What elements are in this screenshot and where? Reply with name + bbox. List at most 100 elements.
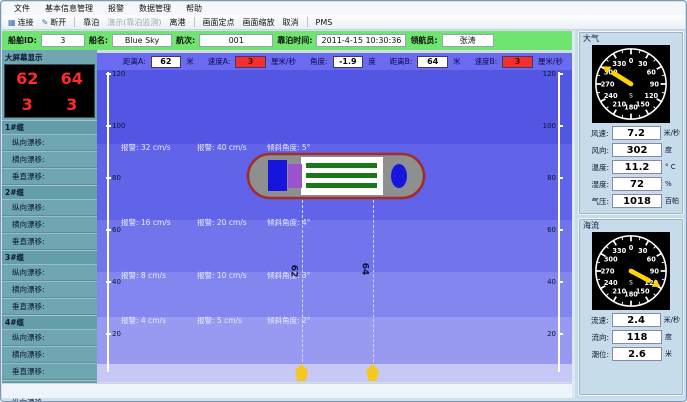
menu-data-mgmt[interactable]: 数据管理 <box>139 3 171 14</box>
alarm-threshold-row: 报警: 8 cm/s 报警: 10 cm/s 倾斜角度: 3° <box>121 270 310 281</box>
menu-alarm[interactable]: 报警 <box>108 3 124 14</box>
svg-text:90: 90 <box>650 80 660 88</box>
distance-b-value: 64 <box>417 56 448 68</box>
cable-group-title: 2#缆 <box>2 185 97 199</box>
right-ruler-tick: 80 <box>538 174 556 182</box>
ship-id-label: 船舶ID: <box>8 35 37 46</box>
distance-line-a <box>302 200 303 372</box>
svg-text:330: 330 <box>612 247 626 255</box>
menu-help[interactable]: 帮助 <box>186 3 202 14</box>
wind-direction-gauge: 0306090120150180210240270300330S <box>592 45 670 123</box>
toolbar-disconnect-button[interactable]: ✎ 断开 <box>42 17 67 28</box>
left-ruler-tick: 100 <box>112 122 125 130</box>
ocean-title: 海流 <box>581 220 681 232</box>
distance-a-label: 距离A: <box>123 56 146 67</box>
humidity-label: 湿度: <box>582 179 609 190</box>
toolbar: ▦ 连接 ✎ 断开 靠泊 演示(靠泊监测) 离港 画面定点 画面缩放 取消 PM… <box>2 15 685 30</box>
display-value-a: 62 <box>5 69 50 88</box>
left-ruler-tick: 80 <box>112 174 121 182</box>
svg-text:240: 240 <box>604 92 618 100</box>
lateral-drift-label: 横向漂移: <box>2 346 97 363</box>
tide-level-unit: 米 <box>665 349 672 359</box>
berth-time-field[interactable]: 2011-4-15 10:30:36 <box>316 34 406 47</box>
pilot-field[interactable]: 张涛 <box>442 34 494 47</box>
cable-group-title: 4#缆 <box>2 315 97 329</box>
svg-text:120: 120 <box>644 92 658 100</box>
toolbar-cancel-button[interactable]: 取消 <box>283 17 299 28</box>
sensor-marker-a <box>295 364 308 381</box>
toolbar-pms-button[interactable]: PMS <box>316 18 333 27</box>
right-ruler-line <box>558 72 560 372</box>
right-ruler-tick: 100 <box>538 122 556 130</box>
menu-basic-info[interactable]: 基本信息管理 <box>45 3 93 14</box>
big-display-screen: 62 64 3 3 <box>4 64 95 118</box>
longitudinal-drift-label: 纵向漂移: <box>2 264 97 281</box>
alarm-a-text: 报警: 16 cm/s <box>121 217 197 228</box>
tilt-angle-text: 倾斜角度: 2° <box>267 315 310 326</box>
sidebar: 大屏幕显示 62 64 3 3 1#缆 纵向漂移: 横向漂移: 垂直漂移: 2#… <box>2 50 97 382</box>
left-ruler-tick: 20 <box>112 330 121 338</box>
toolbar-depart-button[interactable]: 离港 <box>170 17 186 28</box>
left-ruler-tick: 40 <box>112 278 121 286</box>
wind-speed-value: 7.2 <box>612 126 661 140</box>
left-ruler-line <box>107 72 109 372</box>
distance-line-a-label: 62 <box>288 265 298 278</box>
temperature-label: 温度: <box>582 162 609 173</box>
tide-level-value: 2.6 <box>612 347 662 361</box>
voyage-field[interactable]: 001 <box>199 34 273 47</box>
svg-text:330: 330 <box>612 60 626 68</box>
deck-stripe <box>306 183 377 188</box>
toolbar-demo-button[interactable]: 演示(靠泊监测) <box>107 17 161 28</box>
menu-file[interactable]: 文件 <box>14 3 30 14</box>
voyage-label: 航次: <box>176 35 195 46</box>
wind-speed-label: 风速: <box>582 128 609 139</box>
cable-group-title: 3#缆 <box>2 250 97 264</box>
svg-text:30: 30 <box>638 247 648 255</box>
pressure-label: 气压: <box>582 196 609 207</box>
disconnect-icon: ✎ <box>42 18 49 27</box>
angle-value: -1.9 <box>333 56 364 68</box>
svg-text:30: 30 <box>638 60 648 68</box>
longitudinal-drift-label: 纵向漂移: <box>2 329 97 346</box>
wind-direction-value: 302 <box>612 143 662 157</box>
cable-group-3: 3#缆 纵向漂移: 横向漂移: 垂直漂移: <box>2 250 97 315</box>
lateral-drift-label: 横向漂移: <box>2 151 97 168</box>
toolbar-separator <box>194 17 195 27</box>
wind-speed-unit: 米/秒 <box>664 128 680 138</box>
speed-a-label: 速度A: <box>208 56 231 67</box>
right-ruler-tick: 20 <box>538 330 556 338</box>
svg-text:S: S <box>629 280 633 286</box>
svg-text:0: 0 <box>629 57 634 65</box>
current-speed-row: 流速: 2.4 米/秒 <box>582 313 680 327</box>
right-ruler-tick: 40 <box>538 278 556 286</box>
current-speed-value: 2.4 <box>612 313 661 327</box>
atmosphere-group: 大气 0306090120150180210240270300330S 风速: … <box>578 31 684 215</box>
ship-id-field[interactable]: 3 <box>41 34 85 47</box>
toolbar-connect-label: 连接 <box>18 17 34 28</box>
wind-speed-row: 风速: 7.2 米/秒 <box>582 126 680 140</box>
left-ruler-tick: 120 <box>112 70 125 78</box>
current-direction-gauge: 0306090120150180210240270300330S <box>592 232 670 310</box>
pressure-row: 气压: 1018 百帕 <box>582 194 680 208</box>
ship-structure-purple <box>288 164 302 188</box>
speed-a-value: 3 <box>235 56 266 68</box>
distance-a-unit: 米 <box>186 56 194 67</box>
longitudinal-drift-label: 纵向漂移: <box>2 199 97 216</box>
ship-name-field[interactable]: Blue Sky <box>112 34 172 47</box>
svg-text:210: 210 <box>612 288 626 296</box>
ship-graphic[interactable] <box>246 152 426 200</box>
environment-panel: 大气 0306090120150180210240270300330S 风速: … <box>572 30 687 398</box>
toolbar-berth-button[interactable]: 靠泊 <box>83 17 99 28</box>
distance-line-b <box>373 200 374 372</box>
longitudinal-drift-label: 纵向漂移: <box>2 134 97 151</box>
tide-level-label: 潮位: <box>582 349 609 360</box>
distance-b-unit: 米 <box>453 56 461 67</box>
temperature-value: 11.2 <box>612 160 662 174</box>
cable-group-2: 2#缆 纵向漂移: 横向漂移: 垂直漂移: <box>2 185 97 250</box>
toolbar-fixpoint-button[interactable]: 画面定点 <box>203 17 235 28</box>
svg-text:240: 240 <box>604 279 618 287</box>
toolbar-zoom-button[interactable]: 画面缩放 <box>243 17 275 28</box>
toolbar-connect-button[interactable]: ▦ 连接 <box>8 17 34 28</box>
alarm-a-text: 报警: 32 cm/s <box>121 142 197 153</box>
current-direction-unit: 度 <box>665 332 672 342</box>
